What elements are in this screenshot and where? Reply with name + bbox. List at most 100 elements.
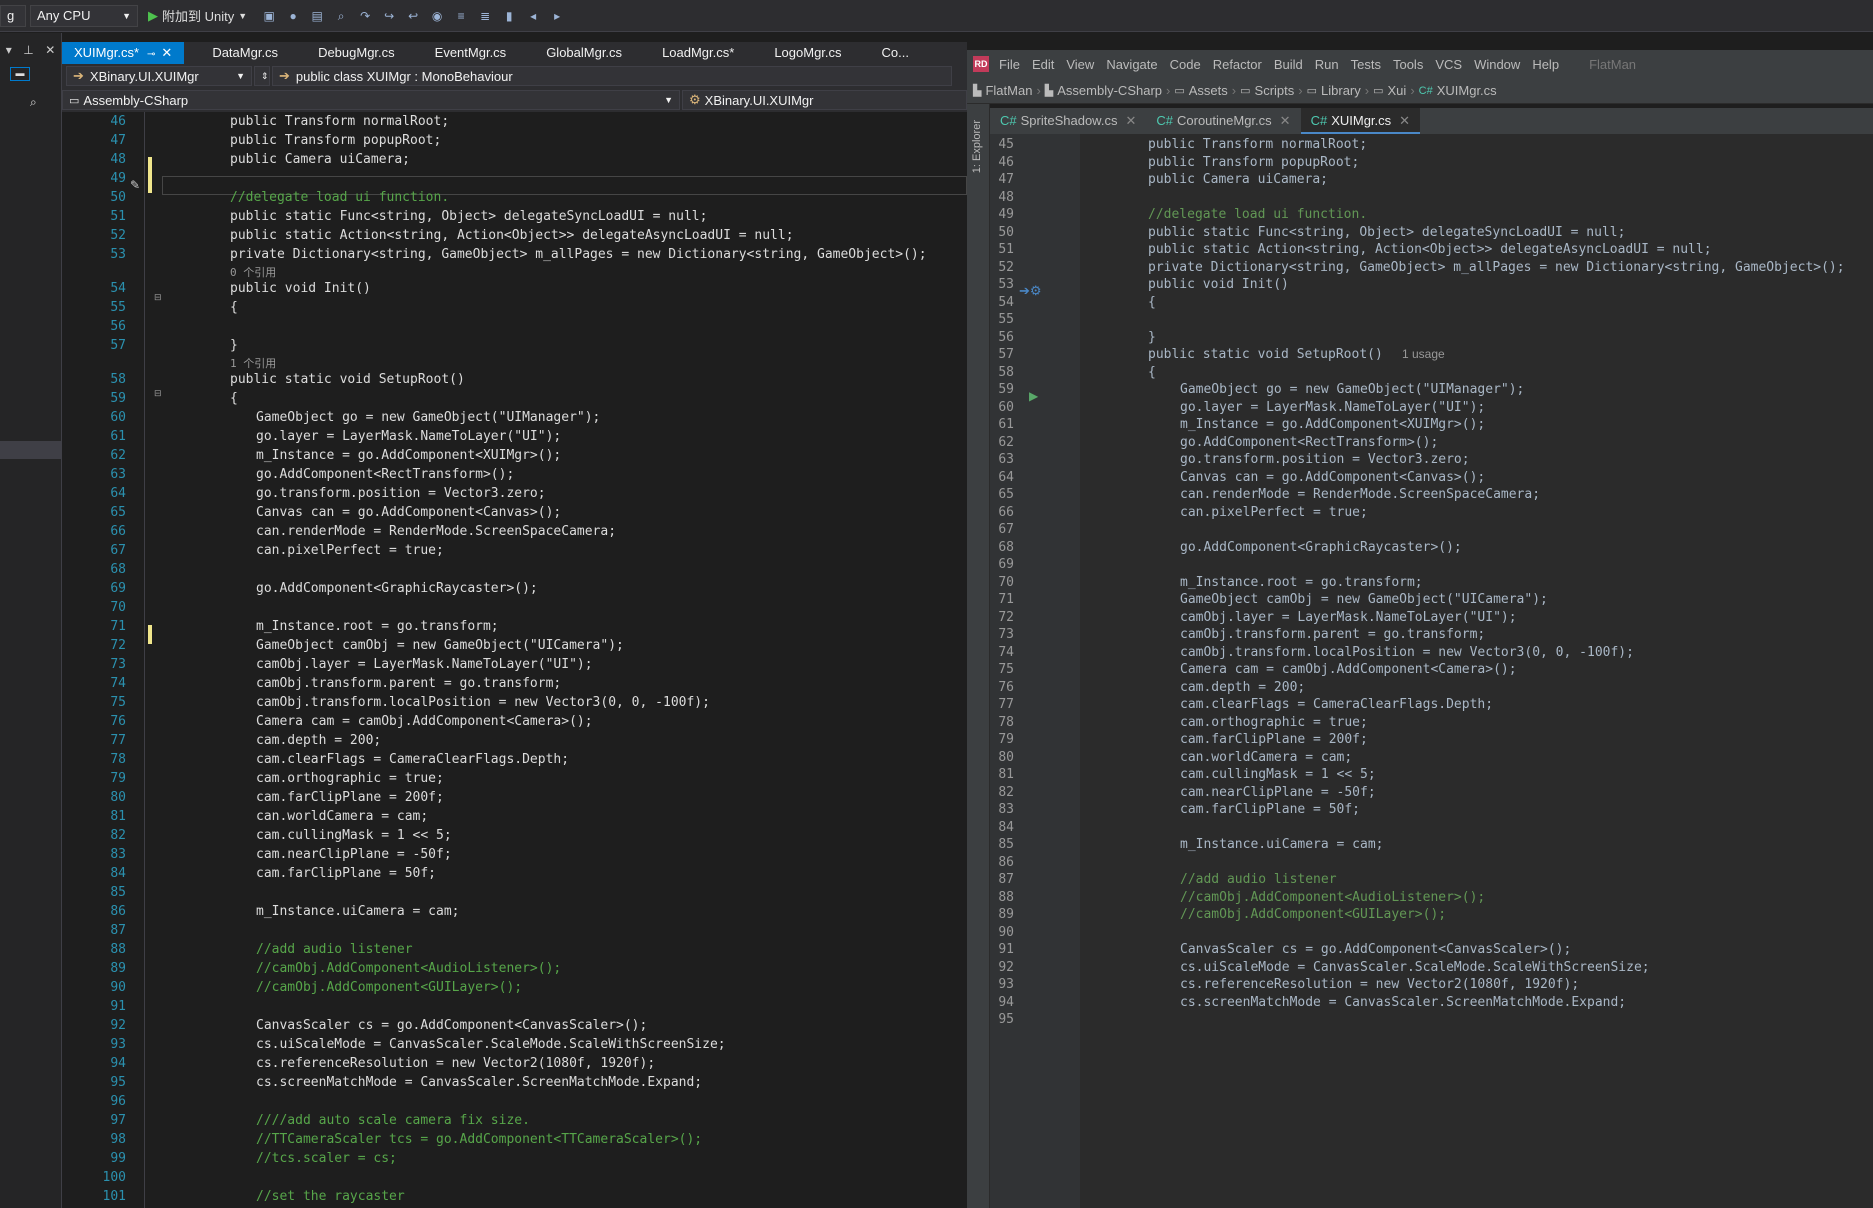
close-icon[interactable]: ✕ [45,43,55,57]
pin-icon[interactable]: ⊥ [23,43,33,57]
menu-tools[interactable]: Tools [1393,57,1423,72]
line-number: 97 [110,1113,126,1128]
chevron-right-icon: › [1298,83,1303,98]
tab-xuimgr-rider[interactable]: C# XUIMgr.cs ✕ [1300,108,1421,134]
toolbar-icons: ▣ ● ▤ ⌕ ↷ ↪ ↩ ◉ ≡ ≣ ▮ ◂ ▸ [257,8,569,24]
code-text: //TTCameraScaler tcs = go.AddComponent<T… [256,1132,703,1147]
tab-xuimgr[interactable]: XUIMgr.cs* ⊸ ✕ [62,42,185,64]
tab-eventmgr[interactable]: EventMgr.cs [423,42,519,64]
bug-icon[interactable]: ● [284,8,302,24]
search-icon[interactable]: ⌕ [30,95,61,110]
tab-label: GlobalMgr.cs [546,45,623,60]
close-icon[interactable]: ✕ [1125,113,1136,128]
tab-loadmgr[interactable]: LoadMgr.cs* [650,42,746,64]
code-line[interactable]: 99 //tcs.scaler = cs; [62,1149,967,1168]
member-dropdown[interactable]: ➔ public class XUIMgr : MonoBehaviour [272,66,952,86]
line-number: 93 [110,1037,126,1052]
csharp-file-icon: C# [1310,113,1328,128]
tab-spriteshadow[interactable]: C# SpriteShadow.cs ✕ [990,108,1146,134]
code-line[interactable]: 100 [62,1168,967,1187]
crumb-solution[interactable]: FlatMan [985,83,1032,98]
code-line[interactable]: 101 //set the raycaster [62,1187,967,1206]
line-number: 100 [102,1170,126,1185]
line-number: 99 [110,1151,126,1166]
tab-logomgr[interactable]: LogoMgr.cs [762,42,853,64]
bookmark-icon[interactable]: ▮ [500,8,518,24]
step-icon[interactable]: ↷ [356,8,374,24]
code-line[interactable]: 97 ////add auto scale camera fix size. [62,1111,967,1130]
menu-vcs[interactable]: VCS [1435,57,1462,72]
close-icon[interactable]: ✕ [1280,113,1291,128]
code-line[interactable]: 98 //TTCameraScaler tcs = go.AddComponent… [62,1130,967,1149]
code-line[interactable]: 96 [62,1092,967,1111]
folder-open-icon[interactable]: ▤ [308,8,326,24]
tab-coroutinemgr[interactable]: C# CoroutineMgr.cs ✕ [1146,108,1300,134]
comment-icon[interactable]: ≡ [452,8,470,24]
tab-debugmgr[interactable]: DebugMgr.cs [306,42,407,64]
platform-dropdown-label: Any CPU [37,8,91,23]
tab-more[interactable]: Co... [870,42,921,64]
find-icon[interactable]: ⌕ [332,8,350,24]
implement-icon[interactable]: ➔⚙ [1019,283,1042,299]
code-text: //set the raycaster [256,1189,405,1204]
code-line[interactable]: 46 public Transform normalRoot; [62,112,967,131]
menu-help[interactable]: Help [1532,57,1559,72]
breakpoint-icon[interactable]: ◉ [428,8,446,24]
step-over-icon[interactable]: ↪ [380,8,398,24]
tab-label: SpriteShadow.cs [1020,113,1118,128]
pin-icon[interactable]: ⊸ [147,49,155,60]
crumb-file[interactable]: XUIMgr.cs [1437,83,1497,98]
config-dropdown[interactable]: g [0,4,26,27]
menu-code[interactable]: Code [1170,57,1201,72]
crumb-xui[interactable]: Xui [1388,83,1407,98]
code-line[interactable]: 95 [0,1009,1873,1030]
menu-tests[interactable]: Tests [1351,57,1381,72]
menu-run[interactable]: Run [1315,57,1339,72]
rider-logo-icon: RD [973,56,989,72]
crumb-scripts[interactable]: Scripts [1255,83,1295,98]
code-line[interactable]: 93 cs.uiScaleMode = CanvasScaler.ScaleMod… [62,1035,967,1054]
tab-datamgr[interactable]: DataMgr.cs [200,42,290,64]
split-button[interactable]: ⇕ [254,66,270,86]
app-title: FlatMan [1589,56,1637,72]
panel-tool-icon[interactable]: ▬ [10,67,30,81]
code-line[interactable]: 94 cs.referenceResolution = new Vector2(1… [62,1054,967,1073]
menu-edit[interactable]: Edit [1032,57,1054,72]
vs-navigation-bar: ➔ XBinary.UI.XUIMgr ▼ ⇕ ➔ public class XUIM… [62,64,967,112]
class-label: XBinary.UI.XUIMgr [704,92,814,108]
chevron-down-icon[interactable]: ▾ [6,43,12,57]
bookmark-prev-icon[interactable]: ◂ [524,8,542,24]
run-icon[interactable]: ▶ [1029,389,1038,403]
menu-refactor[interactable]: Refactor [1213,57,1262,72]
uncomment-icon[interactable]: ≣ [476,8,494,24]
menu-navigate[interactable]: Navigate [1106,57,1157,72]
menu-view[interactable]: View [1066,57,1094,72]
crumb-project[interactable]: Assembly-CSharp [1057,83,1162,98]
platform-dropdown[interactable]: Any CPU ▼ [30,4,138,27]
line-number: 98 [110,1132,126,1147]
menu-file[interactable]: File [999,57,1020,72]
attach-unity-button[interactable]: ▶ 附加到 Unity ▼ [148,6,247,25]
class-icon: ➔ [73,68,84,83]
member-label: public class XUIMgr : MonoBehaviour [295,68,513,84]
tab-globalmgr[interactable]: GlobalMgr.cs [534,42,634,64]
project-dropdown[interactable]: ▭ Assembly-CSharp ▼ [62,90,680,110]
menu-window[interactable]: Window [1474,57,1520,72]
code-text: ////add auto scale camera fix size. [256,1113,530,1128]
project-label: Assembly-CSharp [83,92,189,108]
folder-icon[interactable]: ▣ [260,8,278,24]
code-line[interactable]: 95 cs.screenMatchMode = CanvasScaler.Scre… [62,1073,967,1092]
menu-build[interactable]: Build [1274,57,1303,72]
bookmark-next-icon[interactable]: ▸ [548,8,566,24]
class-dropdown[interactable]: ⚙ XBinary.UI.XUIMgr [682,90,967,110]
code-text: cs.referenceResolution = new Vector2(108… [256,1056,656,1071]
tab-label: LogoMgr.cs [774,45,842,60]
close-icon[interactable]: ✕ [161,45,172,60]
vs-tab-bar: XUIMgr.cs* ⊸ ✕ DataMgr.cs DebugMgr.cs Even… [62,42,967,64]
close-icon[interactable]: ✕ [1399,113,1410,128]
crumb-assets[interactable]: Assets [1189,83,1228,98]
crumb-library[interactable]: Library [1321,83,1361,98]
step-out-icon[interactable]: ↩ [404,8,422,24]
ide-screenshot: { "vs": { "toolbar": {"config_fragment":… [0,0,1873,1208]
namespace-dropdown[interactable]: ➔ XBinary.UI.XUIMgr ▼ [66,66,252,86]
